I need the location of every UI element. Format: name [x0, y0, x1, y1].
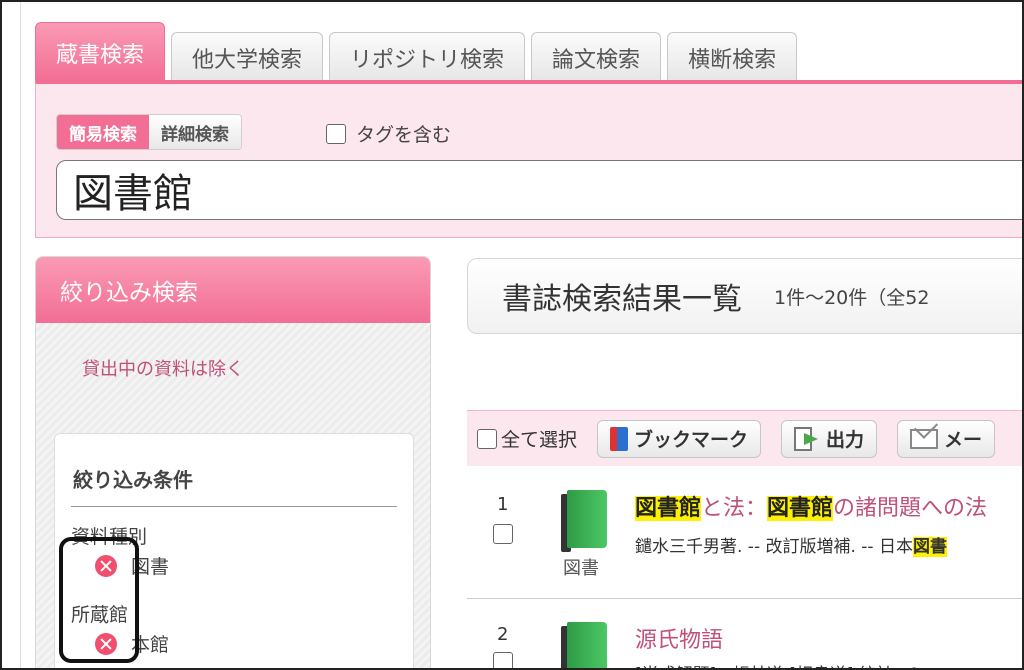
output-button[interactable]: 出力	[781, 419, 878, 458]
tab-repository-search[interactable]: リポジトリ検索	[329, 32, 526, 82]
meta-highlight: 図書	[912, 537, 947, 557]
conditions-divider	[71, 506, 397, 507]
results-toolbar: 全て選択 ブックマーク 出力 メー	[467, 410, 1022, 466]
bookmark-button[interactable]: ブックマーク	[597, 419, 762, 458]
tab-cross-search[interactable]: 横断検索	[667, 32, 798, 82]
library-search-page: 蔵書検索 他大学検索 リポジトリ検索 論文検索 横断検索 簡易検索 詳細検索 タ…	[20, 2, 1022, 668]
select-all-checkbox[interactable]	[477, 428, 497, 449]
book-icon	[561, 622, 609, 668]
result-divider	[467, 598, 1022, 599]
conditions-title: 絞り込み条件	[73, 468, 193, 492]
results-count: 1件～20件（全52	[774, 286, 930, 309]
tab-collection-search[interactable]: 蔵書検索	[35, 22, 166, 82]
result-title-link[interactable]: 図書館と法：図書館の諸問題への法	[635, 490, 987, 522]
meta-text: 鑓水三千男著. -- 改訂版増補. -- 日本	[635, 537, 913, 557]
title-highlight: 図書館	[767, 496, 834, 521]
select-all-option[interactable]: 全て選択	[477, 425, 577, 452]
title-highlight: 図書館	[635, 496, 702, 521]
result-number: 1	[497, 494, 509, 515]
book-icon	[561, 490, 609, 552]
result-title-link[interactable]: 源氏物語	[635, 622, 723, 654]
detail-search-button[interactable]: 詳細検索	[149, 115, 241, 149]
exclude-checked-out-link[interactable]: 貸出中の資料は除く	[82, 355, 244, 381]
select-all-label: 全て選択	[501, 429, 578, 451]
mail-label: メー	[944, 429, 983, 451]
bookmark-icon	[610, 426, 629, 451]
output-label: 出力	[826, 429, 865, 451]
result-checkbox[interactable]	[493, 524, 513, 544]
search-input[interactable]: 図書館	[56, 160, 1022, 220]
title-text: の諸問題への法	[833, 496, 988, 521]
search-mode-toggle: 簡易検索 詳細検索	[56, 114, 242, 150]
results-header: 書誌検索結果一覧 1件～20件（全52	[467, 258, 1022, 334]
result-number: 2	[497, 624, 509, 645]
location-value: 本館	[131, 634, 170, 656]
material-type-text: 図書	[563, 558, 599, 579]
location-condition: 本館	[95, 630, 169, 657]
refine-conditions-box: 絞り込み条件 資料種別 図書 所蔵館 本館	[54, 433, 414, 668]
result-checkbox[interactable]	[493, 652, 513, 668]
material-type-label: 資料種別	[71, 526, 148, 548]
include-tags-label: タグを含む	[356, 124, 452, 146]
remove-condition-icon[interactable]	[95, 632, 117, 655]
material-type-value: 図書	[131, 556, 170, 578]
bookmark-label: ブックマーク	[634, 429, 749, 451]
export-icon	[794, 426, 820, 451]
simple-search-button[interactable]: 簡易検索	[57, 115, 149, 149]
location-label: 所蔵館	[71, 604, 129, 626]
tab-other-universities[interactable]: 他大学検索	[171, 32, 324, 82]
mail-button[interactable]: メー	[897, 419, 996, 458]
remove-condition-icon[interactable]	[95, 554, 117, 577]
search-panel: 簡易検索 詳細検索 タグを含む 図書館	[35, 80, 1022, 238]
screenshot-frame: 蔵書検索 他大学検索 リポジトリ検索 論文検索 横断検索 簡易検索 詳細検索 タ…	[0, 0, 1024, 670]
include-tags-option[interactable]: タグを含む	[326, 120, 451, 147]
include-tags-checkbox[interactable]	[326, 123, 346, 144]
search-tabs: 蔵書検索 他大学検索 リポジトリ検索 論文検索 横断検索	[35, 22, 798, 82]
material-type-condition: 図書	[95, 552, 169, 579]
result-meta: 鑓水三千男著. -- 改訂版増補. -- 日本図書	[635, 532, 947, 557]
refine-heading: 絞り込み検索	[36, 257, 430, 323]
mail-icon	[910, 428, 939, 449]
tab-article-search[interactable]: 論文検索	[531, 32, 662, 82]
refine-sidebar: 絞り込み検索 貸出中の資料は除く 絞り込み条件 資料種別 図書 所蔵館 本館	[35, 256, 431, 668]
result-meta: [尚成解題] ; 帳林道 [相良道] 統計 ; 2	[635, 660, 920, 668]
results-title: 書誌検索結果一覧	[502, 282, 742, 317]
title-text: と法：	[701, 496, 768, 521]
